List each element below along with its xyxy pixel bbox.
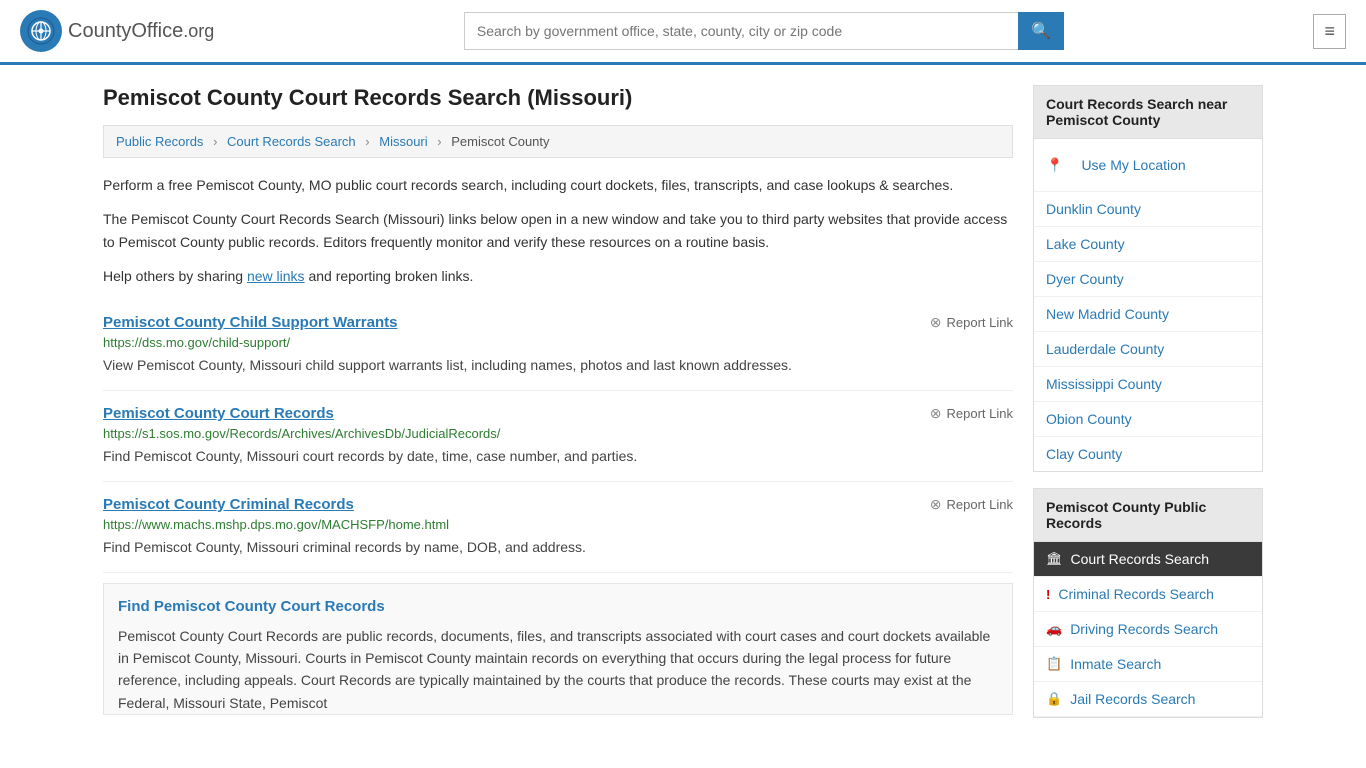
- new-links-link[interactable]: new links: [247, 268, 305, 284]
- result-url-0: https://dss.mo.gov/child-support/: [103, 335, 1013, 350]
- report-icon-1: ⊗: [930, 405, 942, 422]
- report-icon-2: ⊗: [930, 496, 942, 513]
- header: CountyOffice.org 🔍 ≡: [0, 0, 1366, 65]
- result-desc-1: Find Pemiscot County, Missouri court rec…: [103, 446, 1013, 467]
- logo-text[interactable]: CountyOffice.org: [68, 20, 214, 43]
- sidebar: Court Records Search near Pemiscot Count…: [1033, 85, 1263, 734]
- result-desc-0: View Pemiscot County, Missouri child sup…: [103, 355, 1013, 376]
- page-title: Pemiscot County Court Records Search (Mi…: [103, 85, 1013, 111]
- breadcrumb-current: Pemiscot County: [451, 134, 549, 149]
- clay-county-link[interactable]: Clay County: [1034, 437, 1262, 471]
- search-button[interactable]: 🔍: [1018, 12, 1064, 50]
- location-pin-icon: 📍: [1046, 157, 1063, 174]
- sidebar-nearby-list: 📍 Use My Location Dunklin County Lake Co…: [1034, 139, 1262, 471]
- sidebar-nearby-clay[interactable]: Clay County: [1034, 437, 1262, 471]
- result-title-1[interactable]: Pemiscot County Court Records: [103, 405, 334, 422]
- search-input[interactable]: [464, 12, 1018, 50]
- sidebar-public-records-header: Pemiscot County Public Records: [1034, 489, 1262, 542]
- breadcrumb-public-records[interactable]: Public Records: [116, 134, 203, 149]
- result-item-0-header: Pemiscot County Child Support Warrants ⊗…: [103, 314, 1013, 331]
- sidebar-nearby-obion[interactable]: Obion County: [1034, 402, 1262, 437]
- sidebar-public-records-section: Pemiscot County Public Records 🏛 Court R…: [1033, 488, 1263, 718]
- new-madrid-county-link[interactable]: New Madrid County: [1034, 297, 1262, 331]
- result-title-0[interactable]: Pemiscot County Child Support Warrants: [103, 314, 397, 331]
- find-section-text: Pemiscot County Court Records are public…: [118, 625, 998, 715]
- sidebar-nearby-dunklin[interactable]: Dunklin County: [1034, 192, 1262, 227]
- hamburger-menu-button[interactable]: ≡: [1313, 14, 1346, 49]
- result-url-2: https://www.machs.mshp.dps.mo.gov/MACHSF…: [103, 517, 1013, 532]
- result-item-2: Pemiscot County Criminal Records ⊗ Repor…: [103, 482, 1013, 573]
- find-section: Find Pemiscot County Court Records Pemis…: [103, 583, 1013, 716]
- result-url-1: https://s1.sos.mo.gov/Records/Archives/A…: [103, 426, 1013, 441]
- sidebar-menu-driving-records[interactable]: 🚗 Driving Records Search: [1034, 612, 1262, 647]
- intro-paragraph-1: Perform a free Pemiscot County, MO publi…: [103, 174, 1013, 196]
- sidebar-nearby-mississippi[interactable]: Mississippi County: [1034, 367, 1262, 402]
- breadcrumb-missouri[interactable]: Missouri: [379, 134, 427, 149]
- lake-county-link[interactable]: Lake County: [1034, 227, 1262, 261]
- result-item-2-header: Pemiscot County Criminal Records ⊗ Repor…: [103, 496, 1013, 513]
- mississippi-county-link[interactable]: Mississippi County: [1034, 367, 1262, 401]
- dyer-county-link[interactable]: Dyer County: [1034, 262, 1262, 296]
- sidebar-nearby-lauderdale[interactable]: Lauderdale County: [1034, 332, 1262, 367]
- report-link-0[interactable]: ⊗ Report Link: [930, 314, 1013, 331]
- breadcrumb-court-records[interactable]: Court Records Search: [227, 134, 356, 149]
- court-records-icon: 🏛: [1046, 551, 1063, 567]
- result-desc-2: Find Pemiscot County, Missouri criminal …: [103, 537, 1013, 558]
- report-link-1[interactable]: ⊗ Report Link: [930, 405, 1013, 422]
- result-title-2[interactable]: Pemiscot County Criminal Records: [103, 496, 354, 513]
- sidebar-nearby-lake[interactable]: Lake County: [1034, 227, 1262, 262]
- driving-records-icon: 🚗: [1046, 621, 1062, 637]
- sidebar-nearby-new-madrid[interactable]: New Madrid County: [1034, 297, 1262, 332]
- sidebar-nearby-dyer[interactable]: Dyer County: [1034, 262, 1262, 297]
- sidebar-location-item[interactable]: 📍 Use My Location: [1034, 139, 1262, 192]
- sidebar-nearby-header: Court Records Search near Pemiscot Count…: [1034, 86, 1262, 139]
- intro-paragraph-3: Help others by sharing new links and rep…: [103, 265, 1013, 287]
- result-item-1-header: Pemiscot County Court Records ⊗ Report L…: [103, 405, 1013, 422]
- use-my-location[interactable]: 📍 Use My Location: [1034, 139, 1262, 191]
- result-item-0: Pemiscot County Child Support Warrants ⊗…: [103, 300, 1013, 391]
- breadcrumb-sep-3: ›: [437, 134, 441, 149]
- sidebar-menu-inmate-search[interactable]: 📋 Inmate Search: [1034, 647, 1262, 682]
- content-area: Pemiscot County Court Records Search (Mi…: [103, 85, 1013, 734]
- sidebar-menu-criminal-records[interactable]: ! Criminal Records Search: [1034, 577, 1262, 612]
- sidebar-nearby-section: Court Records Search near Pemiscot Count…: [1033, 85, 1263, 472]
- obion-county-link[interactable]: Obion County: [1034, 402, 1262, 436]
- sidebar-menu-list: 🏛 Court Records Search ! Criminal Record…: [1034, 542, 1262, 717]
- breadcrumb-sep-2: ›: [365, 134, 369, 149]
- breadcrumb: Public Records › Court Records Search › …: [103, 125, 1013, 158]
- intro-paragraph-2: The Pemiscot County Court Records Search…: [103, 208, 1013, 253]
- lauderdale-county-link[interactable]: Lauderdale County: [1034, 332, 1262, 366]
- inmate-search-icon: 📋: [1046, 656, 1062, 672]
- main-container: Pemiscot County Court Records Search (Mi…: [83, 65, 1283, 754]
- results-list: Pemiscot County Child Support Warrants ⊗…: [103, 300, 1013, 573]
- report-link-2[interactable]: ⊗ Report Link: [930, 496, 1013, 513]
- dunklin-county-link[interactable]: Dunklin County: [1034, 192, 1262, 226]
- logo-area: CountyOffice.org: [20, 10, 214, 52]
- logo-icon: [20, 10, 62, 52]
- result-item-1: Pemiscot County Court Records ⊗ Report L…: [103, 391, 1013, 482]
- search-area: 🔍: [464, 12, 1064, 50]
- breadcrumb-sep-1: ›: [213, 134, 217, 149]
- report-icon-0: ⊗: [930, 314, 942, 331]
- jail-records-icon: 🔒: [1046, 691, 1062, 707]
- find-section-title: Find Pemiscot County Court Records: [118, 598, 998, 615]
- criminal-records-icon: !: [1046, 587, 1050, 602]
- sidebar-menu-jail-records[interactable]: 🔒 Jail Records Search: [1034, 682, 1262, 717]
- sidebar-menu-court-records[interactable]: 🏛 Court Records Search: [1034, 542, 1262, 577]
